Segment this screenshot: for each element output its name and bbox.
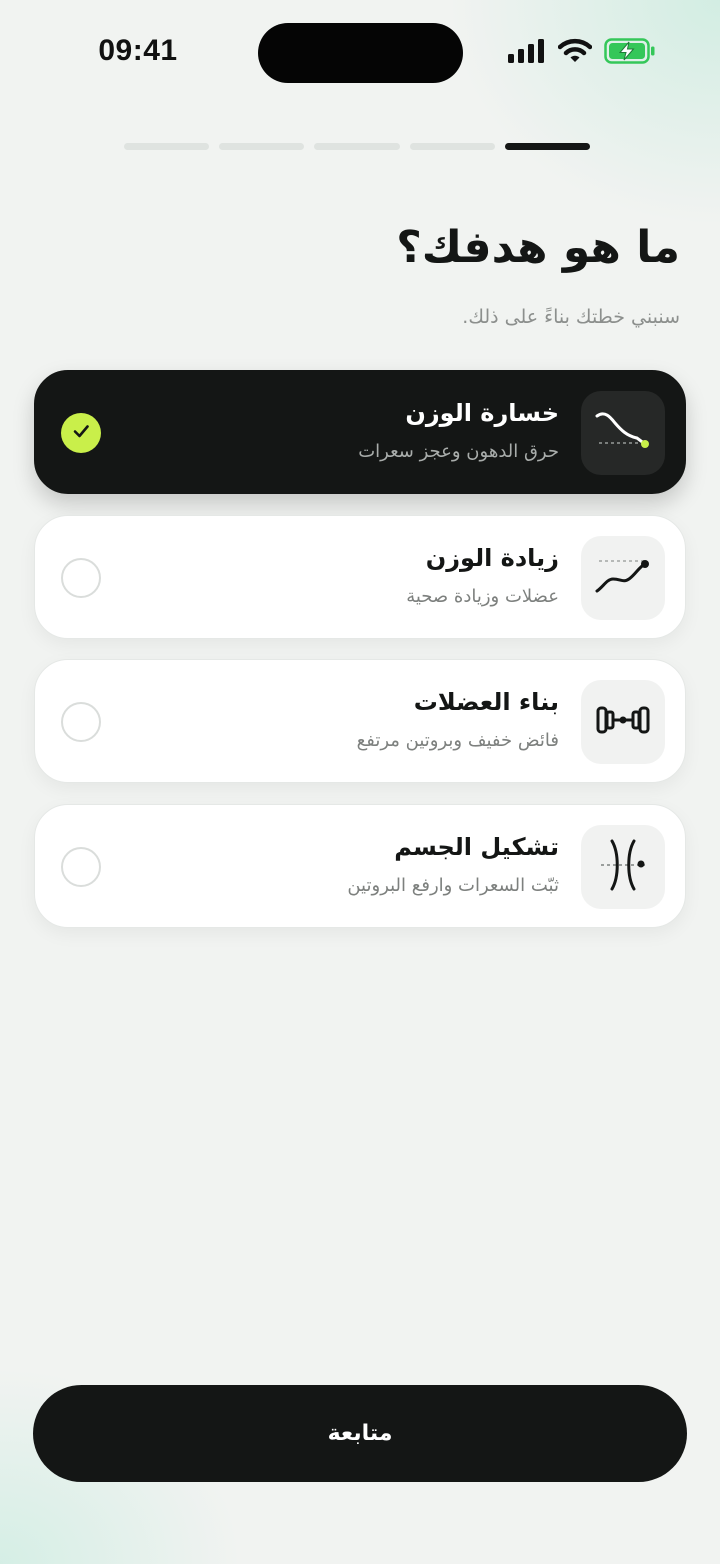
- progress-step-current: [504, 143, 591, 150]
- page-subtitle: سنبني خطتك بناءً على ذلك.: [462, 306, 680, 328]
- goal-icon-box: [581, 680, 665, 764]
- goal-label: خسارة الوزن: [405, 399, 559, 427]
- cellular-signal-icon: [508, 39, 546, 67]
- goal-description: ثبّت السعرات وارفع البروتين: [347, 875, 559, 896]
- checkmark-icon: [70, 420, 92, 446]
- progress-step: [219, 143, 305, 150]
- goal-option-lose-weight[interactable]: خسارة الوزن حرق الدهون وعجز سعرات: [34, 370, 686, 494]
- trend-down-icon: [593, 406, 653, 460]
- progress-step: [314, 143, 400, 150]
- page-title: ما هو هدفك؟: [396, 222, 680, 273]
- goal-radio[interactable]: [61, 847, 101, 887]
- dumbbell-icon: [595, 700, 651, 744]
- goal-label: بناء العضلات: [413, 688, 559, 716]
- goal-label: تشكيل الجسم: [394, 833, 559, 861]
- selected-check[interactable]: [61, 413, 101, 453]
- goal-description: حرق الدهون وعجز سعرات: [358, 441, 559, 462]
- wifi-icon: [557, 38, 593, 68]
- status-bar: 09:41: [0, 0, 720, 110]
- goal-label: زيادة الوزن: [425, 544, 559, 572]
- goal-description: عضلات وزيادة صحية: [406, 586, 559, 607]
- battery-charging-icon: [604, 38, 656, 68]
- goal-icon-box: [581, 536, 665, 620]
- goal-radio[interactable]: [61, 558, 101, 598]
- goal-description: فائض خفيف وبروتين مرتفع: [356, 730, 559, 751]
- continue-button[interactable]: متابعة: [33, 1385, 687, 1482]
- goal-icon-box: [581, 391, 665, 475]
- progress-step: [409, 143, 495, 150]
- goal-radio[interactable]: [61, 702, 101, 742]
- progress-step: [124, 143, 210, 150]
- body-shape-icon: [595, 837, 651, 897]
- goal-option-build-muscle[interactable]: بناء العضلات فائض خفيف وبروتين مرتفع: [34, 659, 686, 783]
- goal-option-gain-weight[interactable]: زيادة الوزن عضلات وزيادة صحية: [34, 515, 686, 639]
- goal-option-body-shaping[interactable]: تشكيل الجسم ثبّت السعرات وارفع البروتين: [34, 804, 686, 928]
- goal-icon-box: [581, 825, 665, 909]
- status-icons: [508, 38, 656, 68]
- onboarding-progress: [124, 143, 591, 153]
- dynamic-island: [258, 23, 463, 83]
- status-time: 09:41: [98, 34, 178, 67]
- trend-up-icon: [593, 551, 653, 605]
